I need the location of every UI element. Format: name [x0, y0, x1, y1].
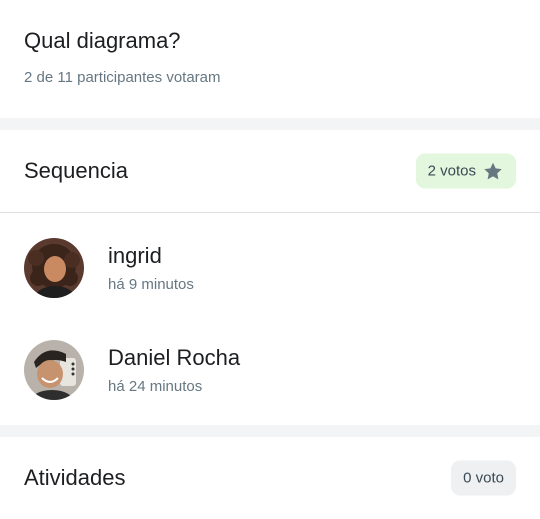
section-separator	[0, 425, 540, 437]
vote-time: há 9 minutos	[108, 276, 194, 293]
poll-details-screen: Qual diagrama? 2 de 11 participantes vot…	[0, 0, 540, 519]
star-icon	[482, 160, 504, 182]
poll-option-card: Sequencia 2 votos ingrid há 9 minutos Da…	[0, 130, 540, 425]
poll-option-name: Sequencia	[24, 158, 128, 183]
poll-option-card: Atividades 0 voto	[0, 437, 540, 519]
poll-option-header: Sequencia 2 votos	[0, 130, 540, 212]
vote-count-badge: 0 voto	[451, 460, 516, 496]
vote-count-label: 2 votos	[427, 162, 476, 180]
vote-count-badge: 2 votos	[415, 153, 516, 189]
voter-row[interactable]: ingrid há 9 minutos	[0, 217, 540, 319]
vote-count-label: 0 voto	[463, 469, 504, 487]
poll-title: Qual diagrama?	[24, 28, 181, 53]
section-separator	[0, 118, 540, 130]
poll-option-header: Atividades 0 voto	[0, 437, 540, 519]
avatar	[24, 238, 84, 298]
voter-row[interactable]: Daniel Rocha há 24 minutos	[0, 319, 540, 421]
poll-option-name: Atividades	[24, 465, 126, 490]
poll-participation-summary: 2 de 11 participantes votaram	[24, 69, 221, 86]
vote-time: há 24 minutos	[108, 378, 203, 395]
poll-header: Qual diagrama? 2 de 11 participantes vot…	[0, 0, 540, 118]
voter-name: Daniel Rocha	[108, 345, 241, 370]
avatar	[24, 340, 84, 400]
voters-list: ingrid há 9 minutos Daniel Rocha há 24 m…	[0, 213, 540, 425]
voter-name: ingrid	[108, 243, 162, 268]
